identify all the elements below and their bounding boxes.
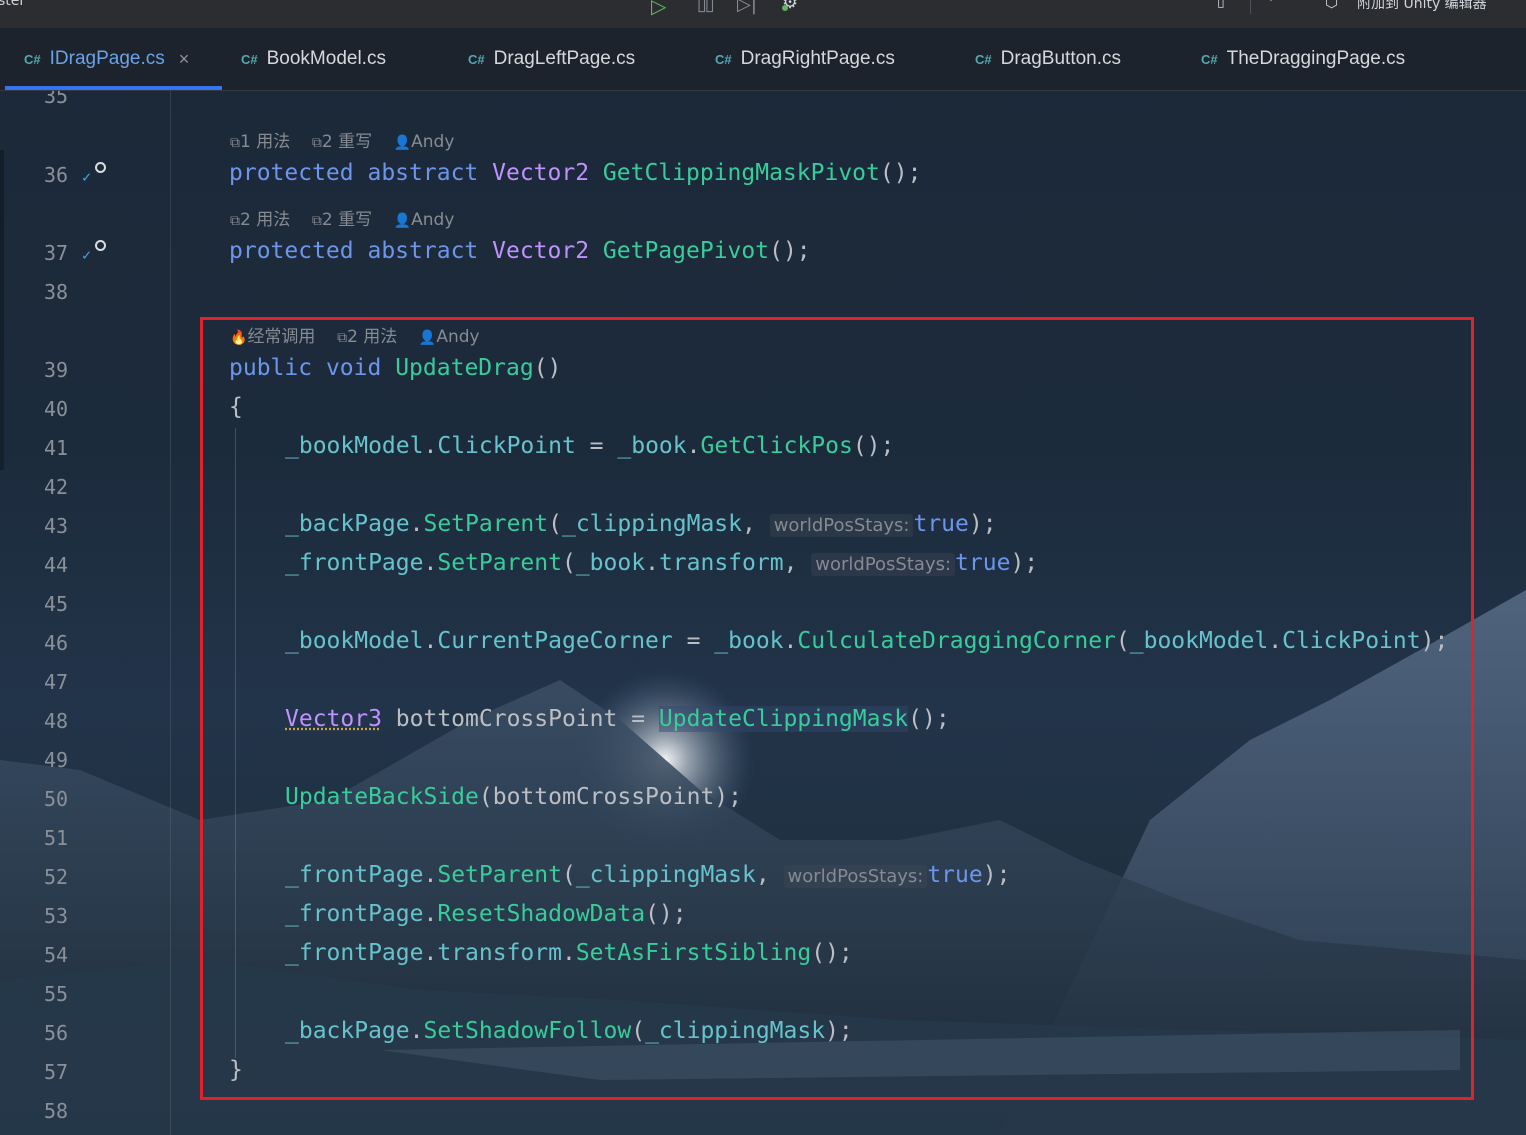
- tab-label: IDragPage.cs: [49, 48, 165, 69]
- debug-status-dot: [782, 5, 788, 11]
- override-ring-icon: [95, 162, 106, 173]
- tab-label: BookModel.cs: [266, 48, 386, 69]
- device-icon[interactable]: ▯: [1217, 0, 1225, 10]
- usages-hint[interactable]: 2 用法: [240, 210, 290, 230]
- tab-label: TheDraggingPage.cs: [1226, 48, 1406, 69]
- line-number: 45: [44, 592, 69, 616]
- active-tab-indicator: [5, 86, 222, 90]
- run-icon[interactable]: ▷: [651, 0, 666, 18]
- tab-dragrightpage[interactable]: C# DragRightPage.cs: [715, 28, 895, 90]
- line-number: 54: [44, 943, 69, 967]
- code-editor[interactable]: 35 36 37 38 39 40 41 42 43 44 45 46 47 4…: [0, 84, 1526, 1135]
- keyword: protected: [229, 160, 354, 186]
- line-number: 58: [44, 1099, 69, 1123]
- editor-tab-bar: C# IDragPage.cs × C# BookModel.cs C# Dra…: [0, 28, 1526, 91]
- type-name: Vector2: [492, 238, 590, 264]
- line-number: 40: [44, 397, 69, 421]
- override-ring-icon: [95, 240, 106, 251]
- top-toolbar: ster ▷ ▯▯ ▷| ⚙ ▯ ⌄ ⬡ 附加到 Unity 编辑器: [0, 0, 1526, 28]
- keyword: protected: [229, 238, 354, 264]
- keyword: abstract: [367, 160, 479, 186]
- step-icon[interactable]: ▷|: [737, 0, 757, 15]
- line-number: 37: [44, 241, 69, 265]
- overrides-icon: ⧉: [311, 213, 322, 229]
- highlight-annotation-box: [200, 317, 1474, 1100]
- csharp-icon: C#: [241, 51, 258, 67]
- type-name: Vector2: [492, 160, 590, 186]
- unity-icon: ⬡: [1325, 0, 1339, 11]
- overrides-hint[interactable]: 2 重写: [322, 132, 372, 152]
- tab-label: DragRightPage.cs: [740, 48, 895, 69]
- config-label[interactable]: ster: [0, 0, 25, 9]
- tab-thedraggingpage[interactable]: C# TheDraggingPage.cs: [1201, 28, 1405, 90]
- pause-icon[interactable]: ▯▯: [697, 0, 715, 15]
- code-vision-hints: ⧉1 用法 ⧉2 重写 👤Andy: [230, 127, 454, 152]
- keyword: abstract: [367, 238, 479, 264]
- line-number: 38: [44, 280, 69, 304]
- line-number: 36: [44, 163, 69, 187]
- csharp-icon: C#: [1201, 51, 1218, 67]
- line-number: 55: [44, 982, 69, 1006]
- line-number: 43: [44, 514, 69, 538]
- line-number: 42: [44, 475, 69, 499]
- method-name: GetClippingMaskPivot: [602, 160, 880, 186]
- implementation-arrow-icon: ✓: [82, 168, 92, 186]
- tab-idragpage[interactable]: C# IDragPage.cs ×: [24, 28, 189, 90]
- usages-icon: ⧉: [230, 135, 240, 151]
- line-number: 44: [44, 553, 69, 577]
- csharp-icon: C#: [468, 51, 485, 67]
- tab-dragleftpage[interactable]: C# DragLeftPage.cs: [468, 28, 635, 90]
- line-number: 41: [44, 436, 69, 460]
- line-number: 39: [44, 358, 69, 382]
- chevron-down-icon[interactable]: ⌄: [1266, 0, 1276, 4]
- attach-unity-button[interactable]: 附加到 Unity 编辑器: [1357, 0, 1487, 13]
- csharp-icon: C#: [975, 51, 992, 67]
- editor-left-edge: [0, 150, 4, 470]
- tab-label: DragButton.cs: [1000, 48, 1122, 69]
- line-number: 51: [44, 826, 69, 850]
- line-number: 46: [44, 631, 69, 655]
- toolbar-divider: [1250, 0, 1251, 14]
- csharp-icon: C#: [715, 51, 732, 67]
- code-vision-hints: ⧉2 用法 ⧉2 重写 👤Andy: [230, 205, 454, 230]
- tab-bookmodel[interactable]: C# BookModel.cs: [241, 28, 386, 90]
- override-gutter-icon[interactable]: ✓: [82, 240, 110, 270]
- line-number: 50: [44, 787, 69, 811]
- author-icon: 👤: [393, 213, 412, 229]
- author-hint[interactable]: Andy: [411, 132, 454, 152]
- author-hint[interactable]: Andy: [411, 210, 454, 230]
- tab-label: DragLeftPage.cs: [493, 48, 636, 69]
- line-number: 49: [44, 748, 69, 772]
- line-number: 53: [44, 904, 69, 928]
- line-number: 52: [44, 865, 69, 889]
- line-number: 56: [44, 1021, 69, 1045]
- usages-hint[interactable]: 1 用法: [240, 132, 290, 152]
- line-number: 57: [44, 1060, 69, 1084]
- line-number: 48: [44, 709, 69, 733]
- close-icon[interactable]: ×: [179, 49, 190, 70]
- gutter-separator: [170, 90, 171, 1135]
- author-icon: 👤: [393, 135, 412, 151]
- method-name: GetPagePivot: [602, 238, 770, 264]
- csharp-icon: C#: [24, 51, 41, 67]
- override-gutter-icon[interactable]: ✓: [82, 162, 110, 192]
- line-number: 47: [44, 670, 69, 694]
- tab-dragbutton[interactable]: C# DragButton.cs: [975, 28, 1121, 90]
- implementation-arrow-icon: ✓: [82, 246, 92, 264]
- overrides-hint[interactable]: 2 重写: [322, 210, 372, 230]
- overrides-icon: ⧉: [311, 135, 322, 151]
- usages-icon: ⧉: [230, 213, 240, 229]
- code-line[interactable]: protected abstract Vector2 GetPagePivot(…: [229, 238, 811, 264]
- code-line[interactable]: protected abstract Vector2 GetClippingMa…: [229, 160, 921, 186]
